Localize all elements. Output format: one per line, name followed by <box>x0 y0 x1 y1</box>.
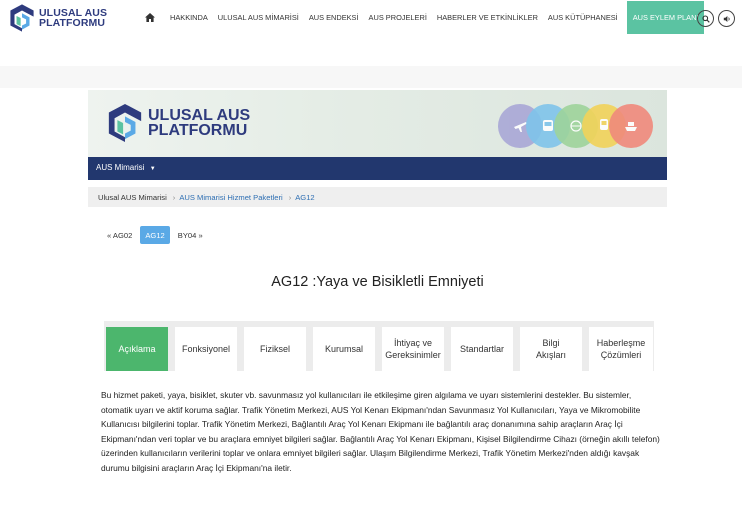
home-link[interactable] <box>143 0 157 34</box>
nav-item-haberler[interactable]: HABERLER VE ETKİNLİKLER <box>432 0 543 34</box>
tab-fiziksel[interactable]: Fiziksel <box>244 327 306 371</box>
home-icon <box>145 12 155 22</box>
transport-mode-circles <box>498 104 653 148</box>
banner-logo-text: ULUSAL AUS PLATFORMU <box>148 107 251 139</box>
nav-item-hakkinda[interactable]: HAKKINDA <box>165 0 213 34</box>
tab-label: Standartlar <box>459 344 505 354</box>
page-banner: ULUSAL AUS PLATFORMU <box>88 90 667 157</box>
search-button[interactable] <box>697 10 714 27</box>
search-icon <box>701 14 710 23</box>
section-nav-bar: AUS Mimarisi ▼ <box>88 157 667 180</box>
tab-label-line2: Çözümleri <box>600 350 642 360</box>
platform-logo-icon <box>108 104 142 142</box>
breadcrumb: Ulusal AUS Mimarisi › AUS Mimarisi Hizme… <box>88 187 667 207</box>
tab-label: Açıklama <box>118 344 156 354</box>
tab-label-line2: Akışları <box>535 350 566 360</box>
banner-logo-line-1: ULUSAL AUS <box>148 107 251 124</box>
package-pager: « AG02 AG12 BY04 » <box>102 226 208 244</box>
caret-down-icon: ▼ <box>149 166 156 172</box>
nav-item-aus-projeleri[interactable]: AUS PROJELERİ <box>364 0 432 34</box>
banner-logo: ULUSAL AUS PLATFORMU <box>106 102 250 144</box>
volume-icon <box>723 15 730 22</box>
nav-item-eylem-plani[interactable]: AUS EYLEM PLANI <box>626 0 705 34</box>
audio-button[interactable] <box>718 10 735 27</box>
section-dropdown-label: AUS Mimarisi <box>96 163 145 172</box>
tab-label-line2: Gereksinimler <box>385 350 441 360</box>
breadcrumb-separator: › <box>288 192 292 202</box>
detail-tabs: Açıklama Fonksiyonel Fiziksel Kurumsal İ… <box>104 321 654 371</box>
tab-aciklama[interactable]: Açıklama <box>106 327 168 371</box>
tab-label: Haberleşme <box>596 338 646 348</box>
current-package: AG12 <box>140 226 170 244</box>
tab-standartlar[interactable]: Standartlar <box>451 327 513 371</box>
banner-logo-line-2: PLATFORMU <box>148 122 248 139</box>
header-divider-band <box>0 66 742 88</box>
site-logo[interactable]: ULUSAL AUS PLATFORMU <box>8 3 107 33</box>
content-card: ULUSAL AUS PLATFORMU AUS Mimarisi ▼ Ulus… <box>88 90 667 505</box>
tab-bilgi-akislari[interactable]: Bilgi Akışları <box>520 327 582 371</box>
header-icons <box>697 10 735 27</box>
tab-label: Bilgi <box>542 338 560 348</box>
ship-circle <box>609 104 653 148</box>
page-title: AG12 :Yaya ve Bisikletli Emniyeti <box>271 274 484 290</box>
platform-logo-icon <box>10 4 34 32</box>
top-navbar: ULUSAL AUS PLATFORMU HAKKINDA ULUSAL AUS… <box>0 0 742 40</box>
breadcrumb-item-hizmet-paketleri[interactable]: AUS Mimarisi Hizmet Paketleri <box>179 193 282 202</box>
globe-icon <box>570 120 582 132</box>
nav-item-aus-endeksi[interactable]: AUS ENDEKSİ <box>304 0 364 34</box>
logo-line-2: PLATFORMU <box>39 17 106 29</box>
main-nav: HAKKINDA ULUSAL AUS MİMARİSİ AUS ENDEKSİ… <box>143 0 705 34</box>
prev-package-link[interactable]: « AG02 <box>102 226 137 244</box>
section-dropdown[interactable]: AUS Mimarisi ▼ <box>96 163 156 172</box>
ship-icon <box>625 122 637 131</box>
tab-ihtiyac-gereksinimler[interactable]: İhtiyaç ve Gereksinimler <box>382 327 444 371</box>
nav-item-ulusal-aus-mimarisi[interactable]: ULUSAL AUS MİMARİSİ <box>213 0 304 34</box>
breadcrumb-separator: › <box>172 192 176 202</box>
tab-haberlesme-cozumleri[interactable]: Haberleşme Çözümleri <box>589 327 653 371</box>
tab-kurumsal[interactable]: Kurumsal <box>313 327 375 371</box>
tab-label: Fiziksel <box>259 344 290 354</box>
description-text: Bu hizmet paketi, yaya, bisiklet, skuter… <box>101 390 660 473</box>
tab-label: İhtiyaç ve <box>393 338 432 348</box>
nav-item-kutuphane[interactable]: AUS KÜTÜPHANESİ <box>543 0 623 34</box>
tab-fonksiyonel[interactable]: Fonksiyonel <box>175 327 237 371</box>
breadcrumb-item-current: AG12 <box>295 192 315 202</box>
tab-label: Kurumsal <box>324 344 363 354</box>
tab-label: Fonksiyonel <box>181 344 231 354</box>
logo-text: ULUSAL AUS PLATFORMU <box>39 8 107 29</box>
breadcrumb-item-root[interactable]: Ulusal AUS Mimarisi <box>98 193 167 202</box>
next-package-link[interactable]: BY04 » <box>173 226 208 244</box>
bus-icon <box>543 120 553 131</box>
